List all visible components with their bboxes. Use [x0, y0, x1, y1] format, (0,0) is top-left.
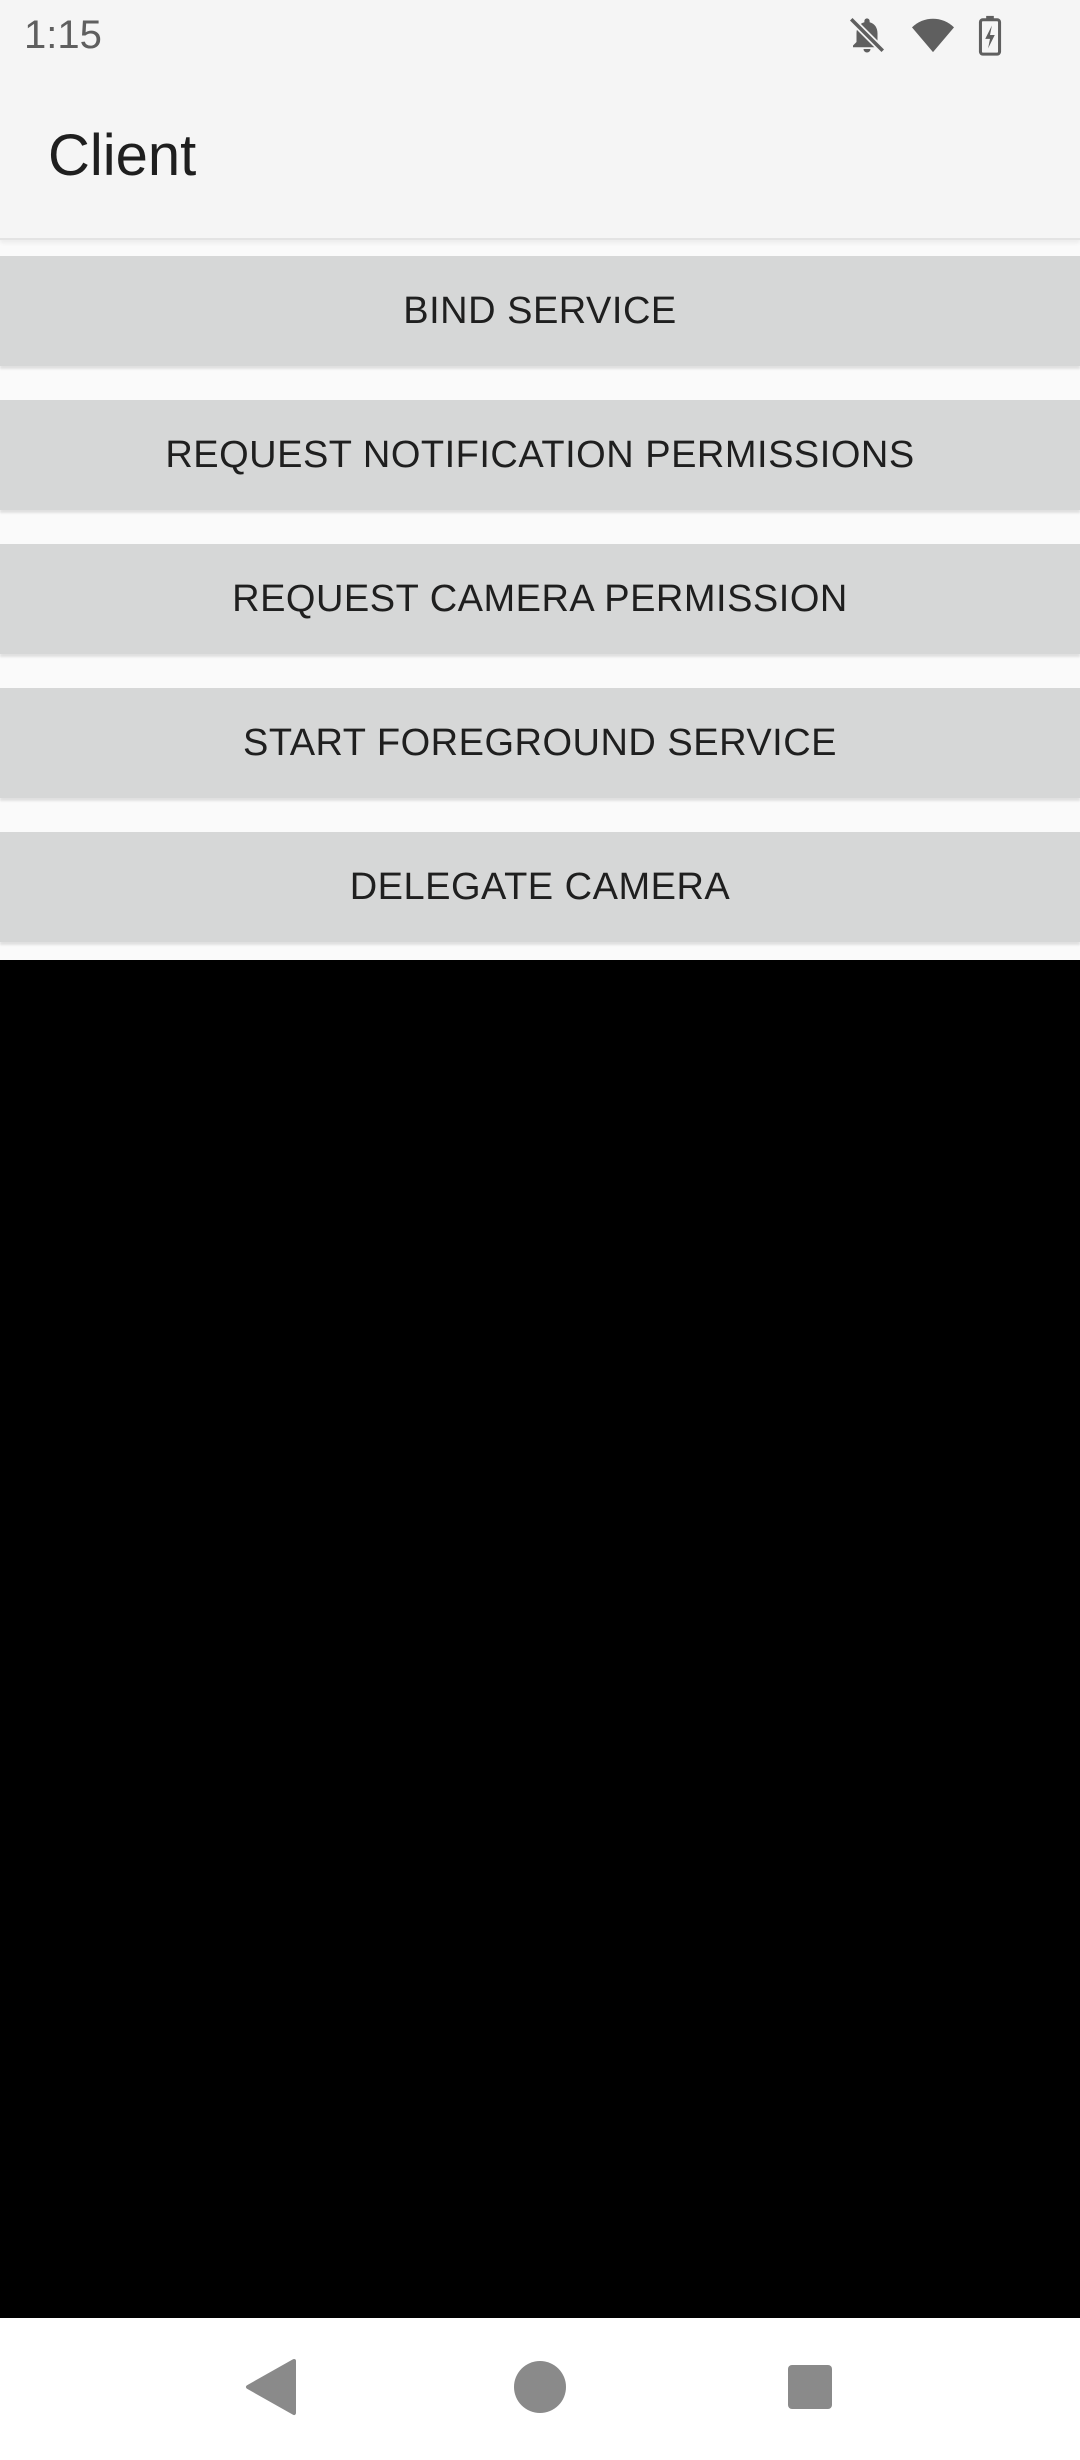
notifications-off-icon	[846, 14, 888, 56]
request-notification-permissions-button[interactable]: REQUEST NOTIFICATION PERMISSIONS	[0, 400, 1080, 510]
page-title: Client	[48, 123, 197, 188]
battery-charging-icon	[978, 14, 1002, 56]
button-list: BIND SERVICE REQUEST NOTIFICATION PERMIS…	[0, 256, 1080, 976]
camera-preview	[0, 960, 1080, 2318]
wifi-icon	[910, 14, 956, 56]
home-button[interactable]	[500, 2349, 580, 2429]
screen: 1:15 Client BIND SERVICE REQUEST NOTIFIC…	[0, 0, 1080, 2460]
delegate-camera-button[interactable]: DELEGATE CAMERA	[0, 832, 1080, 942]
recents-icon	[786, 2363, 834, 2416]
home-icon	[512, 2359, 568, 2420]
back-button[interactable]	[230, 2349, 310, 2429]
recents-button[interactable]	[770, 2349, 850, 2429]
bind-service-button[interactable]: BIND SERVICE	[0, 256, 1080, 366]
status-bar: 1:15	[0, 0, 1080, 70]
navigation-bar	[0, 2318, 1080, 2460]
back-icon	[242, 2357, 298, 2422]
status-icons	[846, 14, 1002, 56]
start-foreground-service-button[interactable]: START FOREGROUND SERVICE	[0, 688, 1080, 798]
app-bar: Client	[0, 70, 1080, 240]
status-time: 1:15	[24, 13, 102, 57]
request-camera-permission-button[interactable]: REQUEST CAMERA PERMISSION	[0, 544, 1080, 654]
